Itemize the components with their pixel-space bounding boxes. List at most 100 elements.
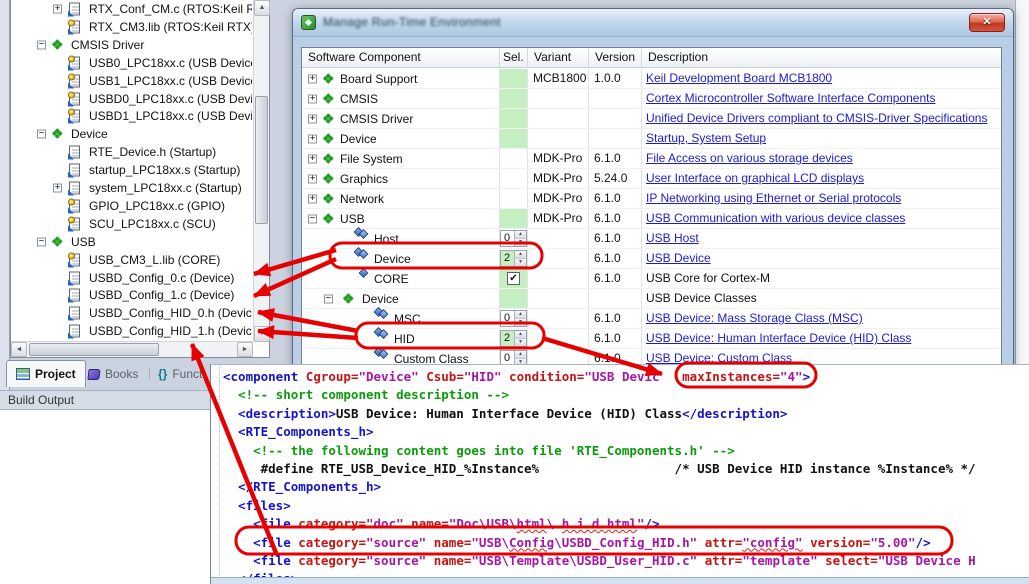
scroll-left-icon[interactable]: ◄ xyxy=(11,342,27,357)
row-expander[interactable]: + xyxy=(308,74,317,83)
tab-project[interactable]: Project xyxy=(6,360,86,387)
tree-item[interactable]: USBD1_LPC18xx.c (USB Device: xyxy=(12,107,252,125)
instance-spinner[interactable]: 0▲▼ xyxy=(500,230,527,247)
tree-item[interactable]: USBD0_LPC18xx.c (USB Device: xyxy=(12,90,252,108)
row-expander[interactable]: + xyxy=(308,114,317,123)
spinner-down-icon[interactable]: ▼ xyxy=(514,259,526,266)
spinner-down-icon[interactable]: ▼ xyxy=(514,339,526,346)
code-segment: "USB\Template\USBD_User_HID.c" xyxy=(471,553,697,568)
component-description-link[interactable]: USB Device: Mass Storage Class (MSC) xyxy=(646,311,863,325)
instance-spinner[interactable]: 0▲▼ xyxy=(500,310,527,327)
tree-item[interactable]: −❖USB xyxy=(12,233,252,251)
component-row[interactable]: Device2▲▼6.1.0USB Device xyxy=(302,249,1001,269)
component-description-link[interactable]: Cortex Microcontroller Software Interfac… xyxy=(646,91,935,105)
component-description-link[interactable]: USB Host xyxy=(646,231,699,245)
component-description-link[interactable]: USB Communication with various device cl… xyxy=(646,211,905,225)
scrollbar-thumb[interactable] xyxy=(255,96,268,224)
spinner-up-icon[interactable]: ▲ xyxy=(514,311,526,319)
tab-books[interactable]: Books xyxy=(88,362,138,386)
tree-expander[interactable]: − xyxy=(37,41,46,50)
tree-item[interactable]: USB_CM3_L.lib (CORE) xyxy=(12,251,252,269)
component-description-link[interactable]: IP Networking using Ethernet or Serial p… xyxy=(646,191,901,205)
component-row[interactable]: HID2▲▼6.1.0USB Device: Human Interface D… xyxy=(302,329,1001,349)
tree-expander[interactable]: − xyxy=(37,238,46,247)
component-row[interactable]: −❖DeviceUSB Device Classes xyxy=(302,289,1001,309)
tab-books-label: Books xyxy=(105,367,138,381)
instance-spinner[interactable]: 2▲▼ xyxy=(500,250,527,267)
spinner-up-icon[interactable]: ▲ xyxy=(514,231,526,239)
spinner-down-icon[interactable]: ▼ xyxy=(514,239,526,246)
tree-item[interactable]: SCU_LPC18xx.c (SCU) xyxy=(12,215,252,233)
instance-spinner[interactable]: 2▲▼ xyxy=(500,330,527,347)
component-group-icon: ❖ xyxy=(322,112,337,125)
tree-item[interactable]: startup_LPC18xx.s (Startup) xyxy=(12,161,252,179)
component-row[interactable]: +❖GraphicsMDK-Pro5.24.0User Interface on… xyxy=(302,169,1001,189)
tree-item[interactable]: −❖Device xyxy=(12,125,252,143)
code-segment: Config xyxy=(509,535,554,550)
component-row[interactable]: +❖File SystemMDK-Pro6.1.0File Access on … xyxy=(302,149,1001,169)
tree-horizontal-scrollbar[interactable]: ◄ ► xyxy=(11,341,253,357)
tree-item[interactable]: RTE_Device.h (Startup) xyxy=(12,143,252,161)
tree-item[interactable]: +RTX_Conf_CM.c (RTOS:Keil RT xyxy=(12,0,252,18)
tab-functions[interactable]: {} Funct xyxy=(158,362,202,386)
tree-item[interactable]: USB1_LPC18xx.c (USB Device:U xyxy=(12,72,252,90)
scroll-down-icon[interactable]: ▼ xyxy=(254,326,270,342)
component-row[interactable]: +❖DeviceStartup, System Setup xyxy=(302,129,1001,149)
dialog-titlebar[interactable]: Manage Run-Time Environment ✕ xyxy=(293,9,1013,37)
scroll-right-icon[interactable]: ► xyxy=(237,342,253,357)
component-description-link[interactable]: USB Device: Custom Class xyxy=(646,351,792,365)
component-row[interactable]: CORE✔6.1.0USB Core for Cortex-M xyxy=(302,269,1001,289)
selection-cell: 0▲▼ xyxy=(500,309,528,328)
build-output-header[interactable]: Build Output xyxy=(0,390,211,410)
spinner-down-icon[interactable]: ▼ xyxy=(514,319,526,326)
row-expander[interactable]: + xyxy=(308,194,317,203)
tree-item[interactable]: RTX_CM3.lib (RTOS:Keil RTX) xyxy=(12,18,252,36)
row-expander[interactable]: − xyxy=(308,214,317,223)
tree-item[interactable]: USBD_Config_0.c (Device) xyxy=(12,269,252,287)
component-row[interactable]: −❖USBMDK-Pro6.1.0USB Communication with … xyxy=(302,209,1001,229)
row-expander[interactable]: + xyxy=(308,134,317,143)
component-row[interactable]: Host0▲▼6.1.0USB Host xyxy=(302,229,1001,249)
component-row[interactable]: +❖Board SupportMCB18001.0.0Keil Developm… xyxy=(302,69,1001,89)
xml-editor-pane[interactable]: <component Cgroup="Device" Csub="HID" co… xyxy=(210,364,1029,584)
component-label: Device xyxy=(340,132,377,146)
row-expander[interactable]: + xyxy=(308,174,317,183)
tree-item[interactable]: USBD_Config_1.c (Device) xyxy=(12,286,252,304)
tree-expander[interactable]: + xyxy=(53,5,62,14)
component-row[interactable]: +❖CMSIS Cortex Microcontroller Software I… xyxy=(302,89,1001,109)
tree-vertical-scrollbar[interactable]: ▲ ▼ xyxy=(253,0,269,342)
component-description-link[interactable]: User Interface on graphical LCD displays xyxy=(646,171,864,185)
tree-item[interactable]: −❖CMSIS Driver xyxy=(12,36,252,54)
component-description-link[interactable]: Keil Development Board MCB1800 xyxy=(646,71,832,85)
tree-expander[interactable]: − xyxy=(37,130,46,139)
component-description-link[interactable]: File Access on various storage devices xyxy=(646,151,853,165)
tree-item[interactable]: USB0_LPC18xx.c (USB Device:U xyxy=(12,54,252,72)
component-description-link[interactable]: USB Device xyxy=(646,251,711,265)
row-expander[interactable]: + xyxy=(308,94,317,103)
build-output-title: Build Output xyxy=(8,393,74,407)
component-group-icon: ❖ xyxy=(51,128,66,141)
row-expander[interactable]: + xyxy=(308,154,317,163)
tree-item[interactable]: USBD_Config_HID_1.h (Device: xyxy=(12,322,252,340)
spinner-up-icon[interactable]: ▲ xyxy=(514,351,526,359)
component-description-link[interactable]: Startup, System Setup xyxy=(646,131,766,145)
tree-item[interactable]: +system_LPC18xx.c (Startup) xyxy=(12,179,252,197)
spinner-up-icon[interactable]: ▲ xyxy=(514,331,526,339)
scroll-up-icon[interactable]: ▲ xyxy=(254,0,270,16)
component-row[interactable]: +❖NetworkMDK-Pro6.1.0IP Networking using… xyxy=(302,189,1001,209)
spinner-up-icon[interactable]: ▲ xyxy=(514,251,526,259)
tree-item[interactable]: USBD_Config_HID_0.h (Device: xyxy=(12,304,252,322)
component-name-cell: +❖CMSIS xyxy=(302,89,500,108)
version-cell: 5.24.0 xyxy=(589,169,642,188)
component-row[interactable]: +❖CMSIS DriverUnified Device Drivers com… xyxy=(302,109,1001,129)
tree-expander[interactable]: + xyxy=(53,184,62,193)
component-icon xyxy=(374,332,390,345)
scrollbar-thumb[interactable] xyxy=(29,343,159,356)
component-row[interactable]: MSC0▲▼6.1.0USB Device: Mass Storage Clas… xyxy=(302,309,1001,329)
row-expander[interactable]: − xyxy=(324,294,333,303)
core-checkbox[interactable]: ✔ xyxy=(507,272,520,285)
component-description-link[interactable]: Unified Device Drivers compliant to CMSI… xyxy=(646,111,987,125)
component-description-link[interactable]: USB Device: Human Interface Device (HID)… xyxy=(646,331,911,345)
close-button[interactable]: ✕ xyxy=(969,13,1005,32)
tree-item[interactable]: GPIO_LPC18xx.c (GPIO) xyxy=(12,197,252,215)
